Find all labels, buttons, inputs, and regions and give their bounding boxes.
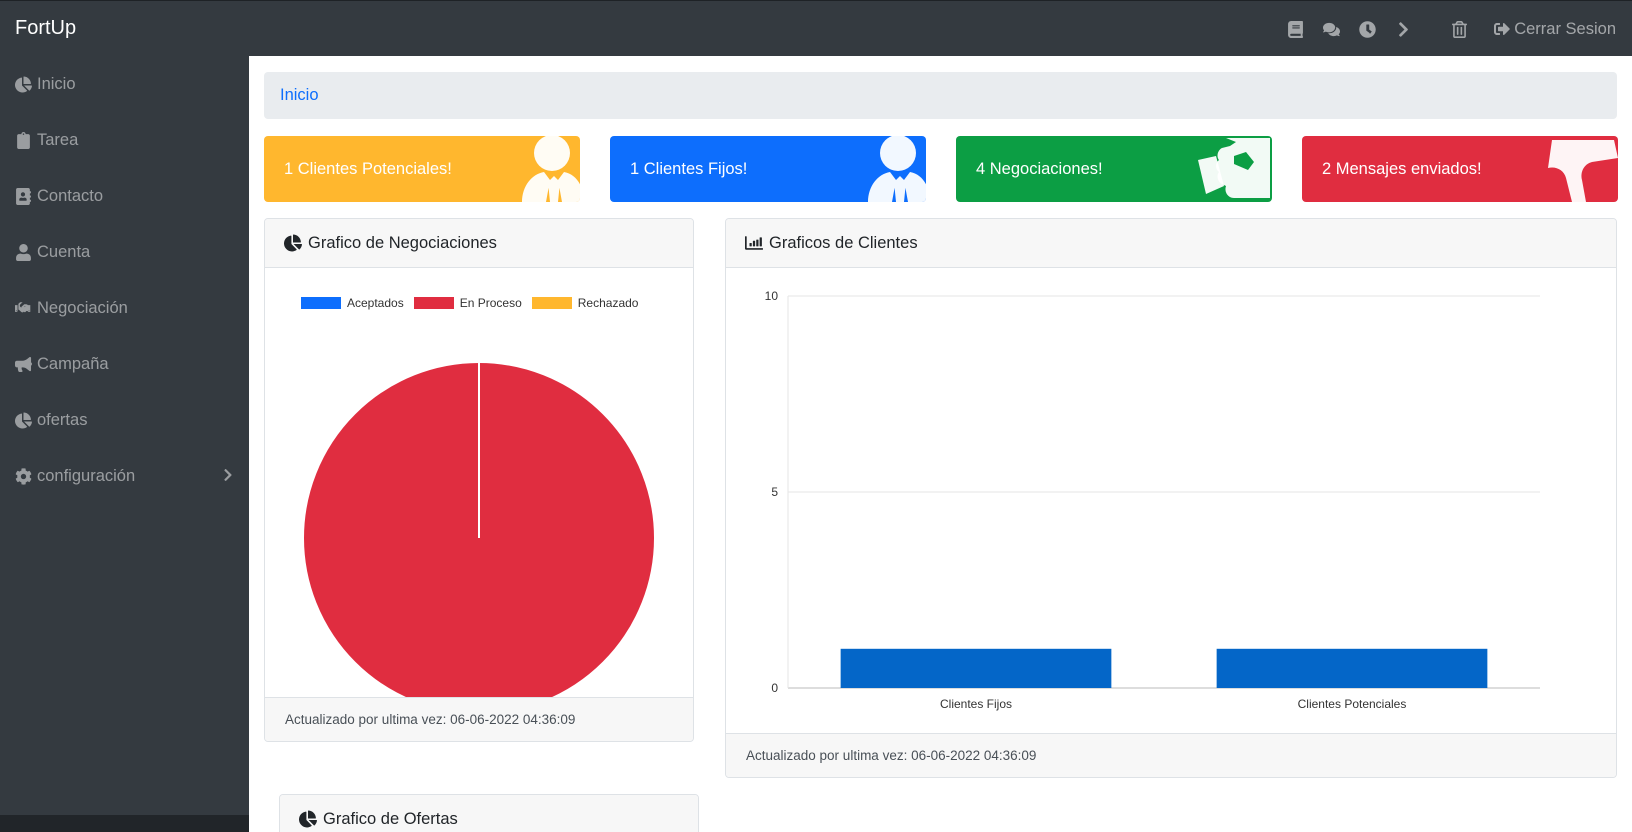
pie-chart [302, 361, 656, 715]
clock-icon[interactable] [1358, 20, 1376, 38]
legend-swatch [413, 297, 454, 309]
sidebar-footer [0, 815, 249, 832]
pie-chart-panel: Grafico de Negociaciones Aceptados En Pro… [264, 218, 694, 742]
navbar-actions: Cerrar Sesion [1286, 1, 1616, 57]
top-navbar: FortUp Cerrar Sesion [0, 0, 1632, 56]
pie-chart-icon [15, 76, 32, 93]
legend-item[interactable]: Aceptados [301, 296, 404, 310]
book-icon[interactable] [1286, 20, 1304, 38]
bar-chart-icon [745, 236, 763, 250]
panel-footer: Actualizado por ultima vez: 06-06-2022 0… [265, 697, 693, 741]
panel-title: Graficos de Clientes [769, 233, 918, 252]
sidebar-item-tarea[interactable]: Tarea [0, 112, 249, 168]
bullhorn-icon [1542, 136, 1618, 202]
pie-chart-icon [284, 234, 302, 252]
bullhorn-icon [15, 356, 32, 372]
stat-card-clientes-fijos[interactable]: 1 Clientes Fijos! [610, 136, 926, 202]
pie-chart-icon [299, 810, 317, 828]
chevron-right-icon[interactable] [1394, 20, 1412, 38]
y-tick-label: 5 [771, 485, 778, 499]
brand-logo[interactable]: FortUp [15, 17, 76, 40]
handshake-icon [15, 301, 31, 312]
legend-item[interactable]: Rechazado [531, 296, 639, 310]
stat-label: 2 Mensajes enviados! [1322, 160, 1482, 178]
y-tick-label: 10 [765, 289, 779, 303]
logout-label: Cerrar Sesion [1514, 19, 1616, 38]
pie-chart-icon [15, 412, 32, 429]
logout-button[interactable]: Cerrar Sesion [1494, 20, 1616, 39]
stat-card-mensajes-enviados[interactable]: 2 Mensajes enviados! [1302, 136, 1618, 202]
sidebar-item-label: ofertas [37, 410, 88, 429]
stat-label: 1 Clientes Fijos! [630, 160, 748, 178]
sidebar-item-label: Contacto [37, 186, 104, 205]
sidebar-item-label: Inicio [37, 74, 76, 93]
legend-swatch [531, 297, 572, 309]
stat-card-negociaciones[interactable]: 4 Negociaciones! [956, 136, 1272, 202]
sidebar: Inicio Tarea Contacto Cuenta Negociación… [0, 56, 249, 832]
bar-chart: 0 5 10 Clientes Fijos Clientes Potenciales [765, 289, 1540, 711]
pie-legend: Aceptados En Proceso Rechazado [301, 296, 638, 310]
sidebar-item-campana[interactable]: Campaña [0, 336, 249, 392]
chevron-right-icon [223, 468, 233, 482]
panel-footer: Actualizado por ultima vez: 06-06-2022 0… [726, 733, 1616, 777]
sidebar-item-negociacion[interactable]: Negociación [0, 280, 249, 336]
sidebar-item-cuenta[interactable]: Cuenta [0, 224, 249, 280]
legend-label: Rechazado [577, 296, 639, 310]
sidebar-item-configuracion[interactable]: configuración [0, 448, 249, 504]
y-tick-label: 0 [771, 681, 778, 695]
panel-title: Grafico de Ofertas [323, 809, 458, 828]
user-tie-icon [504, 136, 580, 202]
stat-label: 4 Negociaciones! [976, 160, 1103, 178]
gear-icon [15, 467, 32, 485]
sidebar-item-label: Negociación [37, 298, 128, 317]
sidebar-item-label: configuración [37, 466, 136, 485]
breadcrumb[interactable]: Inicio [264, 72, 1617, 119]
offers-chart-panel: Grafico de Ofertas [279, 794, 699, 832]
x-tick-label: Clientes Fijos [940, 697, 1012, 711]
legend-label: En Proceso [459, 296, 522, 310]
sidebar-item-label: Cuenta [37, 242, 91, 261]
sidebar-item-ofertas[interactable]: ofertas [0, 392, 249, 448]
main-content: Inicio 1 Clientes Potenciales! 1 Cliente… [249, 56, 1632, 832]
sidebar-item-contacto[interactable]: Contacto [0, 168, 249, 224]
sidebar-item-label: Tarea [37, 130, 79, 149]
panel-header: Graficos de Clientes [726, 219, 1616, 268]
sidebar-item-label: Campaña [37, 354, 109, 373]
panel-header: Grafico de Ofertas [280, 795, 698, 832]
clipboard-icon [17, 131, 30, 149]
panel-header: Grafico de Negociaciones [265, 219, 693, 268]
stat-label: 1 Clientes Potenciales! [284, 160, 452, 178]
x-tick-label: Clientes Potenciales [1298, 697, 1407, 711]
trash-icon[interactable] [1450, 20, 1468, 38]
handshake-icon [1196, 136, 1272, 202]
bar-clientes-fijos[interactable] [840, 648, 1112, 688]
comments-icon[interactable] [1322, 20, 1340, 38]
sign-out-icon [1494, 23, 1510, 35]
stat-card-clientes-potenciales[interactable]: 1 Clientes Potenciales! [264, 136, 580, 202]
bar-chart-panel: Graficos de Clientes 0 5 10 Clientes Fijos C… [725, 218, 1617, 778]
legend-swatch [301, 297, 341, 309]
user-tie-icon [850, 136, 926, 202]
bar-clientes-potenciales[interactable] [1216, 648, 1488, 688]
legend-label: Aceptados [347, 296, 404, 310]
breadcrumb-item-inicio[interactable]: Inicio [280, 86, 319, 104]
sidebar-item-inicio[interactable]: Inicio [0, 56, 249, 112]
panel-title: Grafico de Negociaciones [308, 233, 497, 252]
address-book-icon [16, 187, 31, 205]
legend-item[interactable]: En Proceso [413, 296, 522, 310]
user-icon [16, 243, 31, 261]
